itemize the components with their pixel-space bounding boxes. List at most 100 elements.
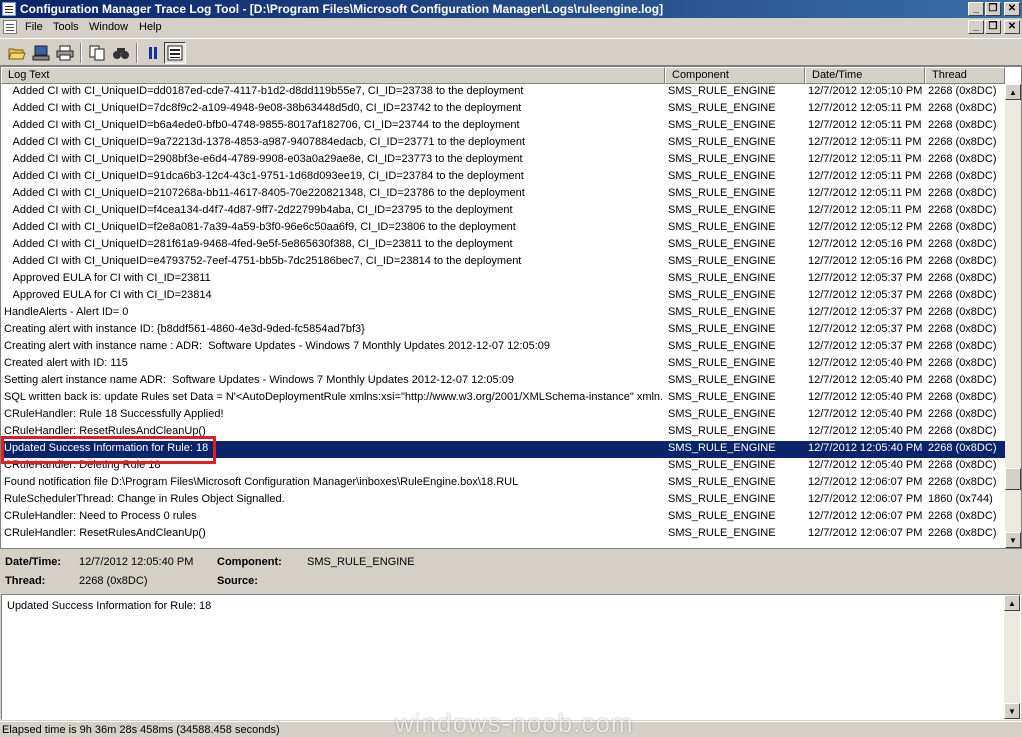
log-text-cell: Added CI with CI_UniqueID=f2e8a081-7a39-… <box>4 221 516 233</box>
column-component[interactable]: Component <box>665 67 805 84</box>
table-row[interactable]: Added CI with CI_UniqueID=f4cea134-d4f7-… <box>1 203 1005 220</box>
thread-cell: 2268 (0x8DC) <box>928 272 997 284</box>
log-text-cell: CRuleHandler: Need to Process 0 rules <box>4 510 197 522</box>
menu-file[interactable]: File <box>25 21 43 33</box>
component-cell: SMS_RULE_ENGINE <box>668 187 776 199</box>
component-cell: SMS_RULE_ENGINE <box>668 102 776 114</box>
watermark: windows-noob.com <box>395 708 634 737</box>
menu-window[interactable]: Window <box>89 21 128 33</box>
app-icon[interactable] <box>2 2 16 16</box>
menu-tools[interactable]: Tools <box>53 21 79 33</box>
log-text-cell: SQL written back is: update Rules set Da… <box>4 391 662 403</box>
thread-label: Thread: <box>5 575 46 587</box>
thread-cell: 2268 (0x8DC) <box>928 425 997 437</box>
menu-help[interactable]: Help <box>139 21 162 33</box>
table-row[interactable]: RuleSchedulerThread: Change in Rules Obj… <box>1 492 1005 509</box>
datetime-cell: 12/7/2012 12:05:11 PM <box>808 204 922 216</box>
table-row[interactable]: Created alert with ID: 115 SMS_RULE_ENGIN… <box>1 356 1005 373</box>
log-scrollbar[interactable]: ▲ ▼ <box>1005 84 1021 548</box>
scroll-thumb[interactable] <box>1005 468 1021 490</box>
pause-icon[interactable] <box>142 42 164 64</box>
restore-button[interactable]: ❐ <box>985 2 1001 16</box>
column-headers: Log Text Component Date/Time Thread <box>1 67 1005 84</box>
message-box[interactable]: Updated Success Information for Rule: 18… <box>1 594 1021 720</box>
datetime-cell: 12/7/2012 12:05:37 PM <box>808 306 923 318</box>
component-cell: SMS_RULE_ENGINE <box>668 153 776 165</box>
child-minimize-button[interactable]: _ <box>968 20 984 34</box>
table-row[interactable]: CRuleHandler: ResetRulesAndCleanUp() SMS_… <box>1 526 1005 543</box>
message-scrollbar[interactable]: ▲ ▼ <box>1004 595 1020 719</box>
datetime-cell: 12/7/2012 12:06:07 PM <box>808 493 923 505</box>
computer-icon[interactable] <box>30 42 52 64</box>
table-row[interactable]: CRuleHandler: Rule 18 Successfully Appli… <box>1 407 1005 424</box>
component-cell: SMS_RULE_ENGINE <box>668 493 776 505</box>
message-scroll-down-icon[interactable]: ▼ <box>1004 703 1020 719</box>
table-row[interactable]: Added CI with CI_UniqueID=7dc8f9c2-a109-… <box>1 101 1005 118</box>
component-cell: SMS_RULE_ENGINE <box>668 527 776 539</box>
log-list[interactable]: Log Text Component Date/Time Thread Adde… <box>0 66 1022 549</box>
log-text-cell: Added CI with CI_UniqueID=7dc8f9c2-a109-… <box>4 102 522 114</box>
table-row[interactable]: HandleAlerts - Alert ID= 0 SMS_RULE_ENGIN… <box>1 305 1005 322</box>
table-row[interactable]: CRuleHandler: Need to Process 0 rules SMS… <box>1 509 1005 526</box>
table-row[interactable]: Added CI with CI_UniqueID=2107268a-bb11-… <box>1 186 1005 203</box>
component-cell: SMS_RULE_ENGINE <box>668 340 776 352</box>
datetime-cell: 12/7/2012 12:05:40 PM <box>808 357 923 369</box>
minimize-button[interactable]: _ <box>968 2 984 16</box>
component-cell: SMS_RULE_ENGINE <box>668 119 776 131</box>
open-folder-icon[interactable] <box>6 42 28 64</box>
table-row[interactable]: Added CI with CI_UniqueID=9a72213d-1378-… <box>1 135 1005 152</box>
component-cell: SMS_RULE_ENGINE <box>668 238 776 250</box>
datetime-cell: 12/7/2012 12:06:07 PM <box>808 476 923 488</box>
toolbar-separator <box>80 43 82 63</box>
log-text-cell: CRuleHandler: Rule 18 Successfully Appli… <box>4 408 224 420</box>
column-datetime[interactable]: Date/Time <box>805 67 925 84</box>
table-row[interactable]: Added CI with CI_UniqueID=f2e8a081-7a39-… <box>1 220 1005 237</box>
component-cell: SMS_RULE_ENGINE <box>668 221 776 233</box>
column-log-text[interactable]: Log Text <box>1 67 665 84</box>
table-row[interactable]: Added CI with CI_UniqueID=e4793752-7eef-… <box>1 254 1005 271</box>
details-panel: Date/Time: 12/7/2012 12:05:40 PM Compone… <box>0 550 1022 594</box>
table-row[interactable]: Creating alert with instance ID: {b8ddf5… <box>1 322 1005 339</box>
table-row[interactable]: Approved EULA for CI with CI_ID=23814 SMS… <box>1 288 1005 305</box>
component-cell: SMS_RULE_ENGINE <box>668 510 776 522</box>
title-bar[interactable]: Configuration Manager Trace Log Tool - [… <box>0 0 1022 18</box>
close-button[interactable]: ✕ <box>1004 2 1020 16</box>
find-icon[interactable] <box>110 42 132 64</box>
copy-icon[interactable] <box>86 42 108 64</box>
table-row[interactable]: Added CI with CI_UniqueID=2908bf3e-e6d4-… <box>1 152 1005 169</box>
component-cell: SMS_RULE_ENGINE <box>668 306 776 318</box>
print-icon[interactable] <box>54 42 76 64</box>
datetime-cell: 12/7/2012 12:05:37 PM <box>808 272 923 284</box>
log-text-cell: Approved EULA for CI with CI_ID=23811 <box>4 272 211 284</box>
datetime-cell: 12/7/2012 12:05:11 PM <box>808 136 922 148</box>
thread-cell: 2268 (0x8DC) <box>928 340 997 352</box>
datetime-cell: 12/7/2012 12:06:07 PM <box>808 510 923 522</box>
toolbar <box>0 38 1022 66</box>
table-row[interactable]: Added CI with CI_UniqueID=91dca6b3-12c4-… <box>1 169 1005 186</box>
table-row[interactable]: Approved EULA for CI with CI_ID=23811 SMS… <box>1 271 1005 288</box>
thread-cell: 2268 (0x8DC) <box>928 187 997 199</box>
table-row[interactable]: Added CI with CI_UniqueID=dd0187ed-cde7-… <box>1 84 1005 101</box>
table-row[interactable]: Setting alert instance name ADR: Softwar… <box>1 373 1005 390</box>
log-text-cell: CRuleHandler: ResetRulesAndCleanUp() <box>4 527 206 539</box>
table-row[interactable]: SQL written back is: update Rules set Da… <box>1 390 1005 407</box>
component-cell: SMS_RULE_ENGINE <box>668 272 776 284</box>
table-row[interactable]: Added CI with CI_UniqueID=b6a4ede0-bfb0-… <box>1 118 1005 135</box>
child-close-button[interactable]: ✕ <box>1004 20 1020 34</box>
datetime-cell: 12/7/2012 12:05:40 PM <box>808 425 923 437</box>
thread-cell: 2268 (0x8DC) <box>928 510 997 522</box>
log-text-cell: Added CI with CI_UniqueID=281f61a9-9468-… <box>4 238 513 250</box>
highlight-icon[interactable] <box>164 42 186 64</box>
document-icon[interactable] <box>3 20 17 34</box>
table-row[interactable]: Added CI with CI_UniqueID=281f61a9-9468-… <box>1 237 1005 254</box>
datetime-cell: 12/7/2012 12:05:11 PM <box>808 119 922 131</box>
scroll-up-icon[interactable]: ▲ <box>1005 84 1021 100</box>
table-row[interactable]: Found notification file D:\Program Files… <box>1 475 1005 492</box>
log-text-cell: Added CI with CI_UniqueID=2107268a-bb11-… <box>4 187 525 199</box>
child-restore-button[interactable]: ❐ <box>985 20 1001 34</box>
component-cell: SMS_RULE_ENGINE <box>668 255 776 267</box>
table-row[interactable]: Creating alert with instance name : ADR:… <box>1 339 1005 356</box>
scroll-down-icon[interactable]: ▼ <box>1005 532 1021 548</box>
column-thread[interactable]: Thread <box>925 67 1005 84</box>
message-scroll-up-icon[interactable]: ▲ <box>1004 595 1020 611</box>
